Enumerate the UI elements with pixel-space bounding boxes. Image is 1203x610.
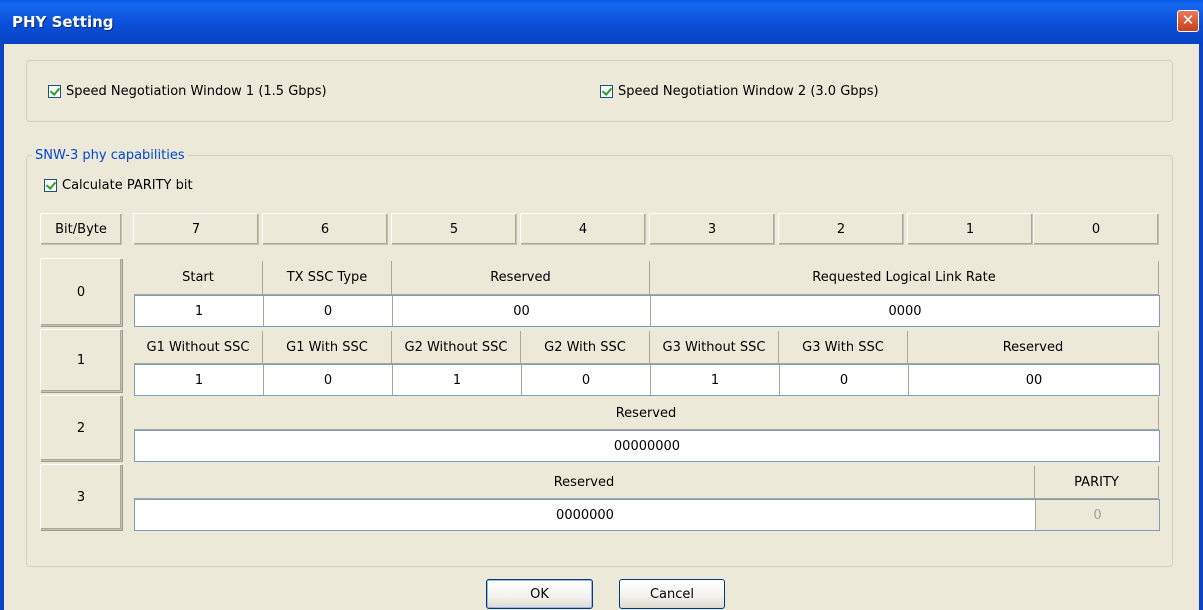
bit-header-5: 5 bbox=[391, 213, 517, 245]
close-icon: ✕ bbox=[1181, 11, 1195, 29]
field-value-reserved[interactable]: 00 bbox=[393, 296, 651, 326]
parity-checkbox-label: Calculate PARITY bit bbox=[62, 178, 193, 193]
bit-header-7: 7 bbox=[133, 213, 259, 245]
dialog-body: Speed Negotiation Window 1 (1.5 Gbps) Sp… bbox=[4, 44, 1199, 610]
byte-header-3: 3 bbox=[40, 464, 122, 530]
bit-byte-header: Bit/Byte bbox=[40, 213, 122, 245]
field-label-tx-ssc-type: TX SSC Type bbox=[263, 261, 392, 295]
bit-header-3: 3 bbox=[649, 213, 775, 245]
window-title: PHY Setting bbox=[12, 13, 114, 31]
field-label-reserved: Reserved bbox=[392, 261, 650, 295]
snw2-checkbox[interactable]: Speed Negotiation Window 2 (3.0 Gbps) bbox=[600, 84, 879, 99]
byte2-value-row: 00000000 bbox=[134, 430, 1160, 462]
ok-button[interactable]: OK bbox=[486, 579, 593, 609]
bit-header-4: 4 bbox=[520, 213, 646, 245]
field-label-reserved: Reserved bbox=[134, 397, 1159, 430]
field-label-g2-with-ssc: G2 With SSC bbox=[521, 331, 650, 364]
field-value-g3-without-ssc[interactable]: 1 bbox=[651, 365, 780, 395]
field-label-g2-without-ssc: G2 Without SSC bbox=[392, 331, 521, 364]
field-label-g1-without-ssc: G1 Without SSC bbox=[134, 331, 263, 364]
checkbox-checked-icon[interactable] bbox=[600, 85, 613, 98]
field-label-requested-logical-link-rate: Requested Logical Link Rate bbox=[650, 261, 1159, 295]
field-value-parity: 0 bbox=[1036, 500, 1159, 530]
byte-header-2: 2 bbox=[40, 395, 122, 461]
close-button[interactable]: ✕ bbox=[1177, 10, 1199, 32]
bit-header-1: 1 bbox=[907, 213, 1033, 245]
field-value-start[interactable]: 1 bbox=[135, 296, 264, 326]
cancel-button[interactable]: Cancel bbox=[619, 579, 725, 609]
snw1-label: Speed Negotiation Window 1 (1.5 Gbps) bbox=[66, 84, 327, 99]
field-value-tx-ssc-type[interactable]: 0 bbox=[264, 296, 393, 326]
title-bar[interactable]: PHY Setting ✕ bbox=[0, 0, 1203, 44]
bit-header-6: 6 bbox=[262, 213, 388, 245]
snw2-label: Speed Negotiation Window 2 (3.0 Gbps) bbox=[618, 84, 879, 99]
field-label-reserved: Reserved bbox=[908, 331, 1159, 364]
checkbox-checked-icon[interactable] bbox=[44, 179, 57, 192]
bit-header-2: 2 bbox=[778, 213, 904, 245]
field-value-reserved[interactable]: 00 bbox=[909, 365, 1159, 395]
field-label-g3-with-ssc: G3 With SSC bbox=[779, 331, 908, 364]
field-label-g1-with-ssc: G1 With SSC bbox=[263, 331, 392, 364]
bit-header-0: 0 bbox=[1033, 213, 1159, 245]
field-value-requested-logical-link-rate[interactable]: 0000 bbox=[651, 296, 1159, 326]
byte-header-1: 1 bbox=[40, 329, 122, 392]
field-label-reserved: Reserved bbox=[134, 466, 1035, 499]
field-value-g2-with-ssc[interactable]: 0 bbox=[522, 365, 651, 395]
field-value-g3-with-ssc[interactable]: 0 bbox=[780, 365, 909, 395]
field-value-g1-without-ssc[interactable]: 1 bbox=[135, 365, 264, 395]
snw3-legend: SNW-3 phy capabilities bbox=[32, 148, 188, 163]
byte-header-0: 0 bbox=[40, 258, 122, 326]
byte0-value-row: 1 0 00 0000 bbox=[134, 295, 1160, 327]
field-label-parity: PARITY bbox=[1035, 466, 1159, 499]
snw1-checkbox[interactable]: Speed Negotiation Window 1 (1.5 Gbps) bbox=[48, 84, 327, 99]
field-label-start: Start bbox=[134, 261, 263, 295]
checkbox-checked-icon[interactable] bbox=[48, 85, 61, 98]
field-value-reserved[interactable]: 0000000 bbox=[135, 500, 1036, 530]
parity-checkbox[interactable]: Calculate PARITY bit bbox=[44, 178, 193, 193]
byte3-value-row: 0000000 0 bbox=[134, 499, 1160, 531]
field-label-g3-without-ssc: G3 Without SSC bbox=[650, 331, 779, 364]
field-value-g1-with-ssc[interactable]: 0 bbox=[264, 365, 393, 395]
field-value-reserved[interactable]: 00000000 bbox=[135, 431, 1159, 461]
byte1-value-row: 1 0 1 0 1 0 00 bbox=[134, 364, 1160, 396]
field-value-g2-without-ssc[interactable]: 1 bbox=[393, 365, 522, 395]
